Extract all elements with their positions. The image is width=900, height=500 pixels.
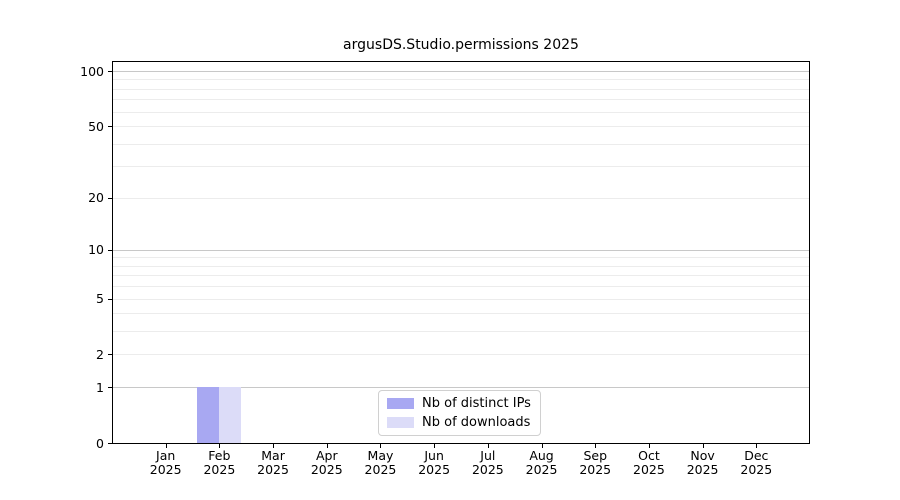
x-axis-tick-label: Nov2025 bbox=[673, 449, 733, 477]
y-axis-tick bbox=[108, 198, 112, 199]
y-axis-tick bbox=[108, 126, 112, 127]
minor-gridline bbox=[113, 275, 809, 276]
legend-item-downloads: Nb of downloads bbox=[387, 415, 531, 430]
legend-swatch-downloads bbox=[387, 417, 414, 428]
minor-gridline bbox=[113, 286, 809, 287]
legend-label-distinct-ips: Nb of distinct IPs bbox=[422, 396, 531, 411]
bar-distinct-ips bbox=[197, 387, 219, 443]
download-stats-chart: argusDS.Studio.permissions 2025 Nb of di… bbox=[0, 0, 900, 500]
x-axis-tick-label: Feb2025 bbox=[189, 449, 249, 477]
legend-swatch-distinct-ips bbox=[387, 398, 414, 409]
major-gridline bbox=[113, 250, 809, 251]
legend-item-distinct-ips: Nb of distinct IPs bbox=[387, 396, 531, 411]
y-axis-tick bbox=[108, 443, 112, 444]
x-axis-tick-label: Jan2025 bbox=[136, 449, 196, 477]
minor-gridline bbox=[113, 99, 809, 100]
x-axis-tick-label: Apr2025 bbox=[297, 449, 357, 477]
minor-gridline bbox=[113, 299, 809, 300]
x-axis-tick-label: Sep2025 bbox=[565, 449, 625, 477]
minor-gridline bbox=[113, 166, 809, 167]
minor-gridline bbox=[113, 89, 809, 90]
y-axis-tick-label: 0 bbox=[60, 436, 104, 451]
minor-gridline bbox=[113, 257, 809, 258]
minor-gridline bbox=[113, 126, 809, 127]
x-axis-tick-label: Jul2025 bbox=[458, 449, 518, 477]
x-axis-tick-label: Mar2025 bbox=[243, 449, 303, 477]
y-axis-tick-label: 20 bbox=[60, 190, 104, 205]
y-axis-tick-label: 2 bbox=[60, 347, 104, 362]
x-axis-tick-label: May2025 bbox=[350, 449, 410, 477]
legend-label-downloads: Nb of downloads bbox=[422, 415, 530, 430]
chart-title: argusDS.Studio.permissions 2025 bbox=[112, 37, 810, 53]
y-axis-tick-label: 1 bbox=[60, 380, 104, 395]
y-axis-tick bbox=[108, 250, 112, 251]
minor-gridline bbox=[113, 198, 809, 199]
y-axis-tick bbox=[108, 71, 112, 72]
minor-gridline bbox=[113, 144, 809, 145]
y-axis-tick-label: 50 bbox=[60, 119, 104, 134]
x-axis-tick-label: Aug2025 bbox=[512, 449, 572, 477]
bar-downloads bbox=[219, 387, 241, 443]
minor-gridline bbox=[113, 79, 809, 80]
y-axis-tick-label: 100 bbox=[60, 64, 104, 79]
x-axis-tick-label: Dec2025 bbox=[726, 449, 786, 477]
minor-gridline bbox=[113, 331, 809, 332]
minor-gridline bbox=[113, 313, 809, 314]
plot-area: Nb of distinct IPs Nb of downloads bbox=[112, 61, 810, 444]
minor-gridline bbox=[113, 112, 809, 113]
y-axis-tick bbox=[108, 387, 112, 388]
y-axis-tick-label: 5 bbox=[60, 291, 104, 306]
x-axis-tick-label: Jun2025 bbox=[404, 449, 464, 477]
major-gridline bbox=[113, 71, 809, 72]
y-axis-tick bbox=[108, 299, 112, 300]
y-axis-tick bbox=[108, 354, 112, 355]
minor-gridline bbox=[113, 354, 809, 355]
x-axis-tick-label: Oct2025 bbox=[619, 449, 679, 477]
legend: Nb of distinct IPs Nb of downloads bbox=[378, 390, 541, 436]
y-axis-tick-label: 10 bbox=[60, 242, 104, 257]
minor-gridline bbox=[113, 266, 809, 267]
